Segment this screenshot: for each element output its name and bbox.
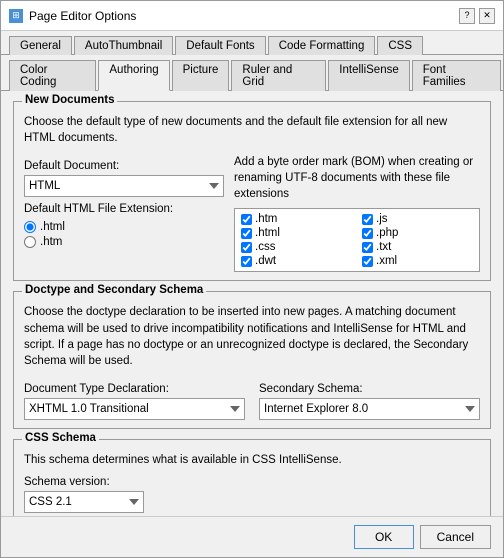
checkbox-js-label: .js <box>376 213 388 225</box>
default-doc-label: Default Document: <box>24 160 224 172</box>
dialog-icon: ⊞ <box>9 9 23 23</box>
dialog-title: Page Editor Options <box>29 9 136 23</box>
tab-default-fonts[interactable]: Default Fonts <box>175 36 265 55</box>
tab-color-coding[interactable]: Color Coding <box>9 60 96 91</box>
checkbox-php[interactable]: .php <box>362 227 473 239</box>
checkbox-css-label: .css <box>255 241 275 253</box>
schema-version-label: Schema version: <box>24 476 480 488</box>
checkbox-php-label: .php <box>376 227 398 239</box>
file-ext-radio-group: .html .htm <box>24 221 224 248</box>
tab-picture[interactable]: Picture <box>172 60 230 91</box>
tab-general[interactable]: General <box>9 36 72 55</box>
checkbox-xml-label: .xml <box>376 255 397 267</box>
default-doc-select[interactable]: HTML <box>24 175 224 197</box>
tab-autothumbnail[interactable]: AutoThumbnail <box>74 36 173 55</box>
doc-type-select[interactable]: XHTML 1.0 Transitional <box>24 398 245 420</box>
checkbox-dwt-label: .dwt <box>255 255 276 267</box>
help-button[interactable]: ? <box>459 8 475 24</box>
radio-html-label: .html <box>40 221 65 233</box>
checkbox-html[interactable]: .html <box>241 227 352 239</box>
tab-ruler-and-grid[interactable]: Ruler and Grid <box>231 60 326 91</box>
checkbox-htm[interactable]: .htm <box>241 213 352 225</box>
radio-html[interactable]: .html <box>24 221 224 233</box>
close-button[interactable]: ✕ <box>479 8 495 24</box>
footer: OK Cancel <box>1 516 503 557</box>
radio-htm[interactable]: .htm <box>24 236 224 248</box>
css-schema-label: CSS Schema <box>22 432 99 444</box>
checkbox-xml[interactable]: .xml <box>362 255 473 267</box>
secondary-schema-select[interactable]: Internet Explorer 8.0 <box>259 398 480 420</box>
tab-code-formatting[interactable]: Code Formatting <box>268 36 376 55</box>
checkbox-txt[interactable]: .txt <box>362 241 473 253</box>
new-documents-desc: Choose the default type of new documents… <box>24 114 480 146</box>
radio-htm-label: .htm <box>40 236 62 248</box>
tabs-row2: Color Coding Authoring Picture Ruler and… <box>1 55 503 91</box>
ok-button[interactable]: OK <box>354 525 414 549</box>
bom-extensions-grid: .htm .js .html .php <box>234 208 480 272</box>
doc-type-label: Document Type Declaration: <box>24 383 245 395</box>
doctype-section-label: Doctype and Secondary Schema <box>22 284 206 296</box>
new-documents-section: New Documents Choose the default type of… <box>13 101 491 281</box>
tabs-row1: General AutoThumbnail Default Fonts Code… <box>1 31 503 55</box>
doctype-desc: Choose the doctype declaration to be ins… <box>24 304 480 368</box>
title-bar: ⊞ Page Editor Options ? ✕ <box>1 1 503 31</box>
tab-authoring[interactable]: Authoring <box>98 60 169 91</box>
tab-font-families[interactable]: Font Families <box>412 60 501 91</box>
css-schema-section: CSS Schema This schema determines what i… <box>13 439 491 516</box>
checkbox-css[interactable]: .css <box>241 241 352 253</box>
checkbox-dwt[interactable]: .dwt <box>241 255 352 267</box>
checkbox-html-label: .html <box>255 227 280 239</box>
dialog: ⊞ Page Editor Options ? ✕ General AutoTh… <box>0 0 504 558</box>
secondary-schema-label: Secondary Schema: <box>259 383 480 395</box>
css-schema-desc: This schema determines what is available… <box>24 452 480 468</box>
checkbox-htm-label: .htm <box>255 213 277 225</box>
tab-intellisense[interactable]: IntelliSense <box>328 60 409 91</box>
checkbox-js[interactable]: .js <box>362 213 473 225</box>
doctype-section: Doctype and Secondary Schema Choose the … <box>13 291 491 428</box>
checkbox-txt-label: .txt <box>376 241 391 253</box>
content-area: New Documents Choose the default type of… <box>1 91 503 516</box>
tab-css[interactable]: CSS <box>377 36 423 55</box>
cancel-button[interactable]: Cancel <box>420 525 491 549</box>
new-documents-label: New Documents <box>22 94 117 106</box>
bom-label: Add a byte order mark (BOM) when creatin… <box>234 154 480 202</box>
file-ext-label: Default HTML File Extension: <box>24 203 224 215</box>
schema-version-select[interactable]: CSS 2.1 <box>24 491 144 513</box>
